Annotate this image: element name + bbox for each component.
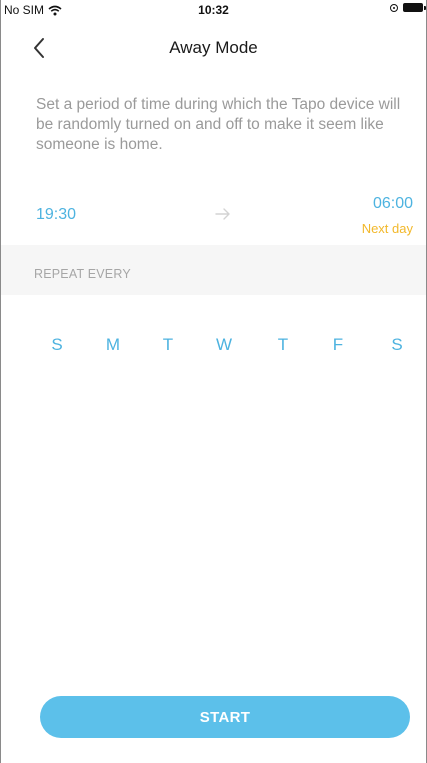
start-button[interactable]: START [40, 696, 410, 738]
status-right [390, 3, 426, 12]
day-thursday[interactable]: T [266, 335, 300, 355]
day-saturday[interactable]: S [380, 335, 414, 355]
time-range-row: 19:30 06:00 Next day [0, 185, 427, 245]
arrow-right-icon [215, 208, 230, 220]
day-friday[interactable]: F [321, 335, 355, 355]
nav-bar: Away Mode [0, 24, 427, 72]
start-time[interactable]: 19:30 [36, 206, 76, 224]
status-time: 10:32 [198, 3, 229, 17]
status-bar: No SIM 10:32 [0, 0, 427, 22]
day-tuesday[interactable]: T [151, 335, 185, 355]
day-wednesday[interactable]: W [207, 335, 241, 355]
orientation-lock-icon [390, 3, 398, 12]
description-text: Set a period of time during which the Ta… [36, 96, 401, 153]
next-day-label: Next day [361, 221, 413, 236]
end-time[interactable]: 06:00 [373, 195, 413, 213]
battery-icon [403, 3, 426, 12]
weekday-selector: S M T W T F S [0, 335, 427, 365]
repeat-section-header: REPEAT EVERY [0, 245, 427, 295]
page-title: Away Mode [169, 38, 258, 57]
day-sunday[interactable]: S [40, 335, 74, 355]
repeat-label: REPEAT EVERY [34, 267, 131, 281]
day-monday[interactable]: M [96, 335, 130, 355]
